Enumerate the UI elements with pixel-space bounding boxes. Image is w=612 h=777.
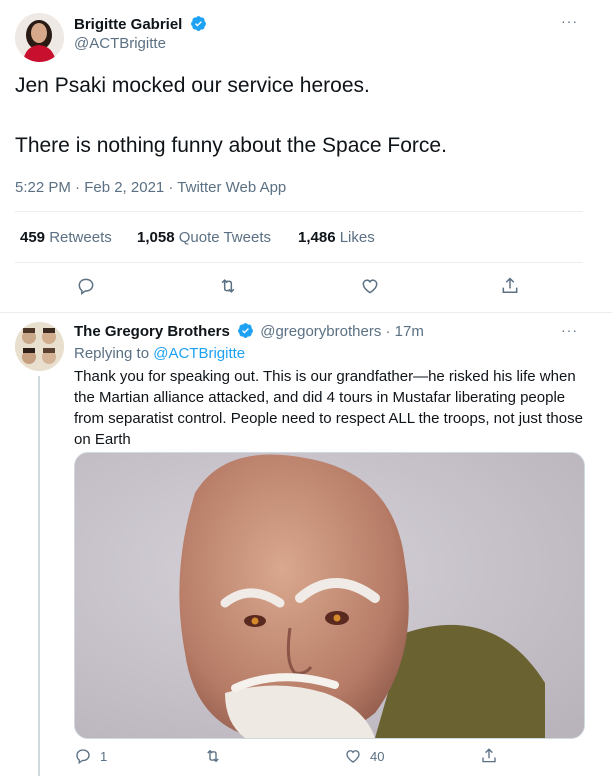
share-icon [502, 277, 518, 293]
reply-icon [78, 278, 94, 295]
divider [0, 312, 612, 313]
main-avatar[interactable] [15, 13, 64, 62]
divider [15, 211, 583, 212]
reply-time[interactable]: · 17m [386, 323, 424, 340]
main-more-icon[interactable]: ··· [561, 13, 578, 29]
main-reply-button[interactable] [76, 276, 96, 296]
reply-count: 1 [100, 748, 108, 764]
reply-reply-button[interactable]: 1 [74, 747, 107, 765]
reply-tweet-text: Thank you for speaking out. This is our … [74, 368, 583, 448]
reply-media-image[interactable] [74, 452, 585, 739]
reply-handle[interactable]: @gregorybrothers [260, 323, 381, 340]
replying-to-label: Replying to [74, 345, 150, 362]
reply-share-button[interactable] [480, 747, 498, 765]
main-tweet-text-line1: Jen Psaki mocked our service heroes. [15, 74, 370, 97]
verified-badge-icon [190, 16, 206, 31]
reply-display-name[interactable]: The Gregory Brothers [74, 323, 230, 340]
reply-more-icon[interactable]: ··· [561, 322, 578, 338]
reply-retweet-button[interactable] [204, 747, 222, 765]
retweet-icon [207, 749, 219, 763]
verified-badge-icon [238, 323, 253, 338]
like-count: 40 [370, 748, 385, 764]
main-share-button[interactable] [500, 276, 520, 296]
main-display-name[interactable]: Brigitte Gabriel [74, 16, 182, 33]
divider [15, 262, 583, 263]
quote-tweets-count: 1,058 [137, 229, 175, 246]
likes-count: 1,486 [298, 229, 336, 246]
quote-tweets-label: Quote Tweets [178, 229, 271, 246]
like-icon [362, 279, 378, 294]
main-like-button[interactable] [360, 276, 380, 296]
thread-line [38, 376, 40, 776]
retweets-label: Retweets [49, 229, 112, 246]
likes-label: Likes [339, 229, 375, 246]
reply-like-button[interactable]: 40 [344, 747, 384, 765]
main-handle[interactable]: @ACTBrigitte [74, 35, 166, 52]
replying-to-handle[interactable]: @ACTBrigitte [153, 345, 245, 362]
retweets-count: 459 [20, 229, 46, 246]
main-retweet-button[interactable] [218, 276, 238, 296]
reply-avatar[interactable] [15, 322, 64, 371]
like-icon [346, 750, 360, 763]
share-icon [482, 748, 496, 763]
retweets-stat[interactable]: 459 Retweets [20, 229, 112, 246]
main-tweet-text-line2: There is nothing funny about the Space F… [15, 134, 447, 157]
quote-tweets-stat[interactable]: 1,058 Quote Tweets [137, 229, 271, 246]
main-timestamp[interactable]: 5:22 PM · Feb 2, 2021 · Twitter Web App [15, 179, 286, 196]
retweet-icon [221, 279, 235, 293]
reply-icon [76, 749, 90, 765]
likes-stat[interactable]: 1,486 Likes [298, 229, 375, 246]
